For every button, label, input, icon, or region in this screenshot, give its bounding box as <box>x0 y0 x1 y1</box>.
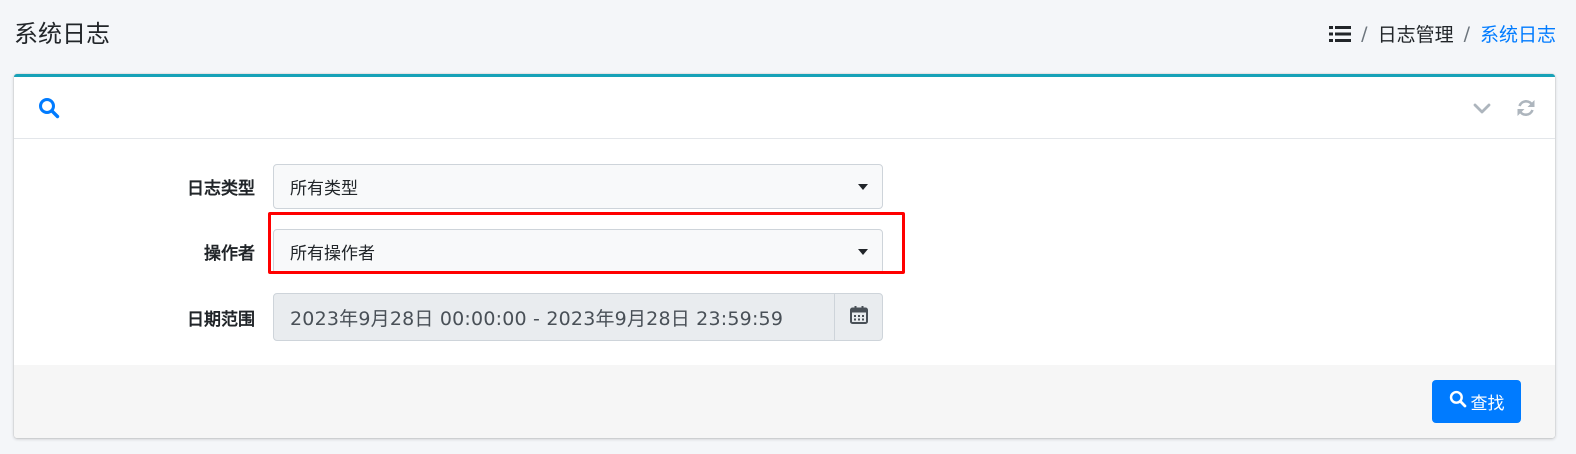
calendar-button[interactable] <box>834 294 882 340</box>
card-tools <box>1471 97 1537 119</box>
caret-down-icon <box>858 183 868 190</box>
card-body: 日志类型 所有类型 操作者 所有操作者 日期范围 2023年9月28日 00:0… <box>14 139 1555 365</box>
form-row-log-type: 日志类型 所有类型 <box>14 164 883 209</box>
breadcrumb-item-system-log: 系统日志 <box>1479 24 1556 46</box>
card-header <box>14 77 1555 139</box>
date-range-input[interactable]: 2023年9月28日 00:00:00 - 2023年9月28日 23:59:5… <box>273 293 883 341</box>
caret-down-icon <box>858 248 868 255</box>
search-icon <box>38 97 60 119</box>
list-icon[interactable] <box>1329 25 1352 43</box>
date-range-label: 日期范围 <box>187 310 255 330</box>
page: 系统日志 / 日志管理 / 系统日志 日志类型 所有类型 操作者 所有操作者 日… <box>0 0 1576 454</box>
calendar-icon <box>849 305 869 329</box>
refresh-icon[interactable] <box>1515 97 1537 119</box>
operator-value: 所有操作者 <box>290 244 375 264</box>
search-button-label: 查找 <box>1470 394 1505 414</box>
breadcrumb-item-log-management[interactable]: 日志管理 <box>1378 20 1454 47</box>
search-icon <box>1449 390 1467 413</box>
operator-label: 操作者 <box>204 244 255 264</box>
breadcrumb-separator: / <box>1463 22 1470 45</box>
breadcrumb: / 日志管理 / 系统日志 <box>1329 20 1556 47</box>
chevron-down-icon[interactable] <box>1471 97 1493 119</box>
log-type-value: 所有类型 <box>290 179 358 199</box>
form-row-operator: 操作者 所有操作者 <box>14 229 883 274</box>
date-range-value[interactable]: 2023年9月28日 00:00:00 - 2023年9月28日 23:59:5… <box>274 294 834 340</box>
filter-card: 日志类型 所有类型 操作者 所有操作者 日期范围 2023年9月28日 00:0… <box>14 74 1555 438</box>
page-title: 系统日志 <box>14 20 110 48</box>
operator-select[interactable]: 所有操作者 <box>273 229 883 274</box>
search-button[interactable]: 查找 <box>1432 380 1521 423</box>
form-row-date-range: 日期范围 2023年9月28日 00:00:00 - 2023年9月28日 23… <box>14 293 883 341</box>
card-footer: 查找 <box>14 365 1555 438</box>
breadcrumb-separator: / <box>1361 22 1368 45</box>
log-type-label: 日志类型 <box>187 179 255 199</box>
log-type-select[interactable]: 所有类型 <box>273 164 883 209</box>
